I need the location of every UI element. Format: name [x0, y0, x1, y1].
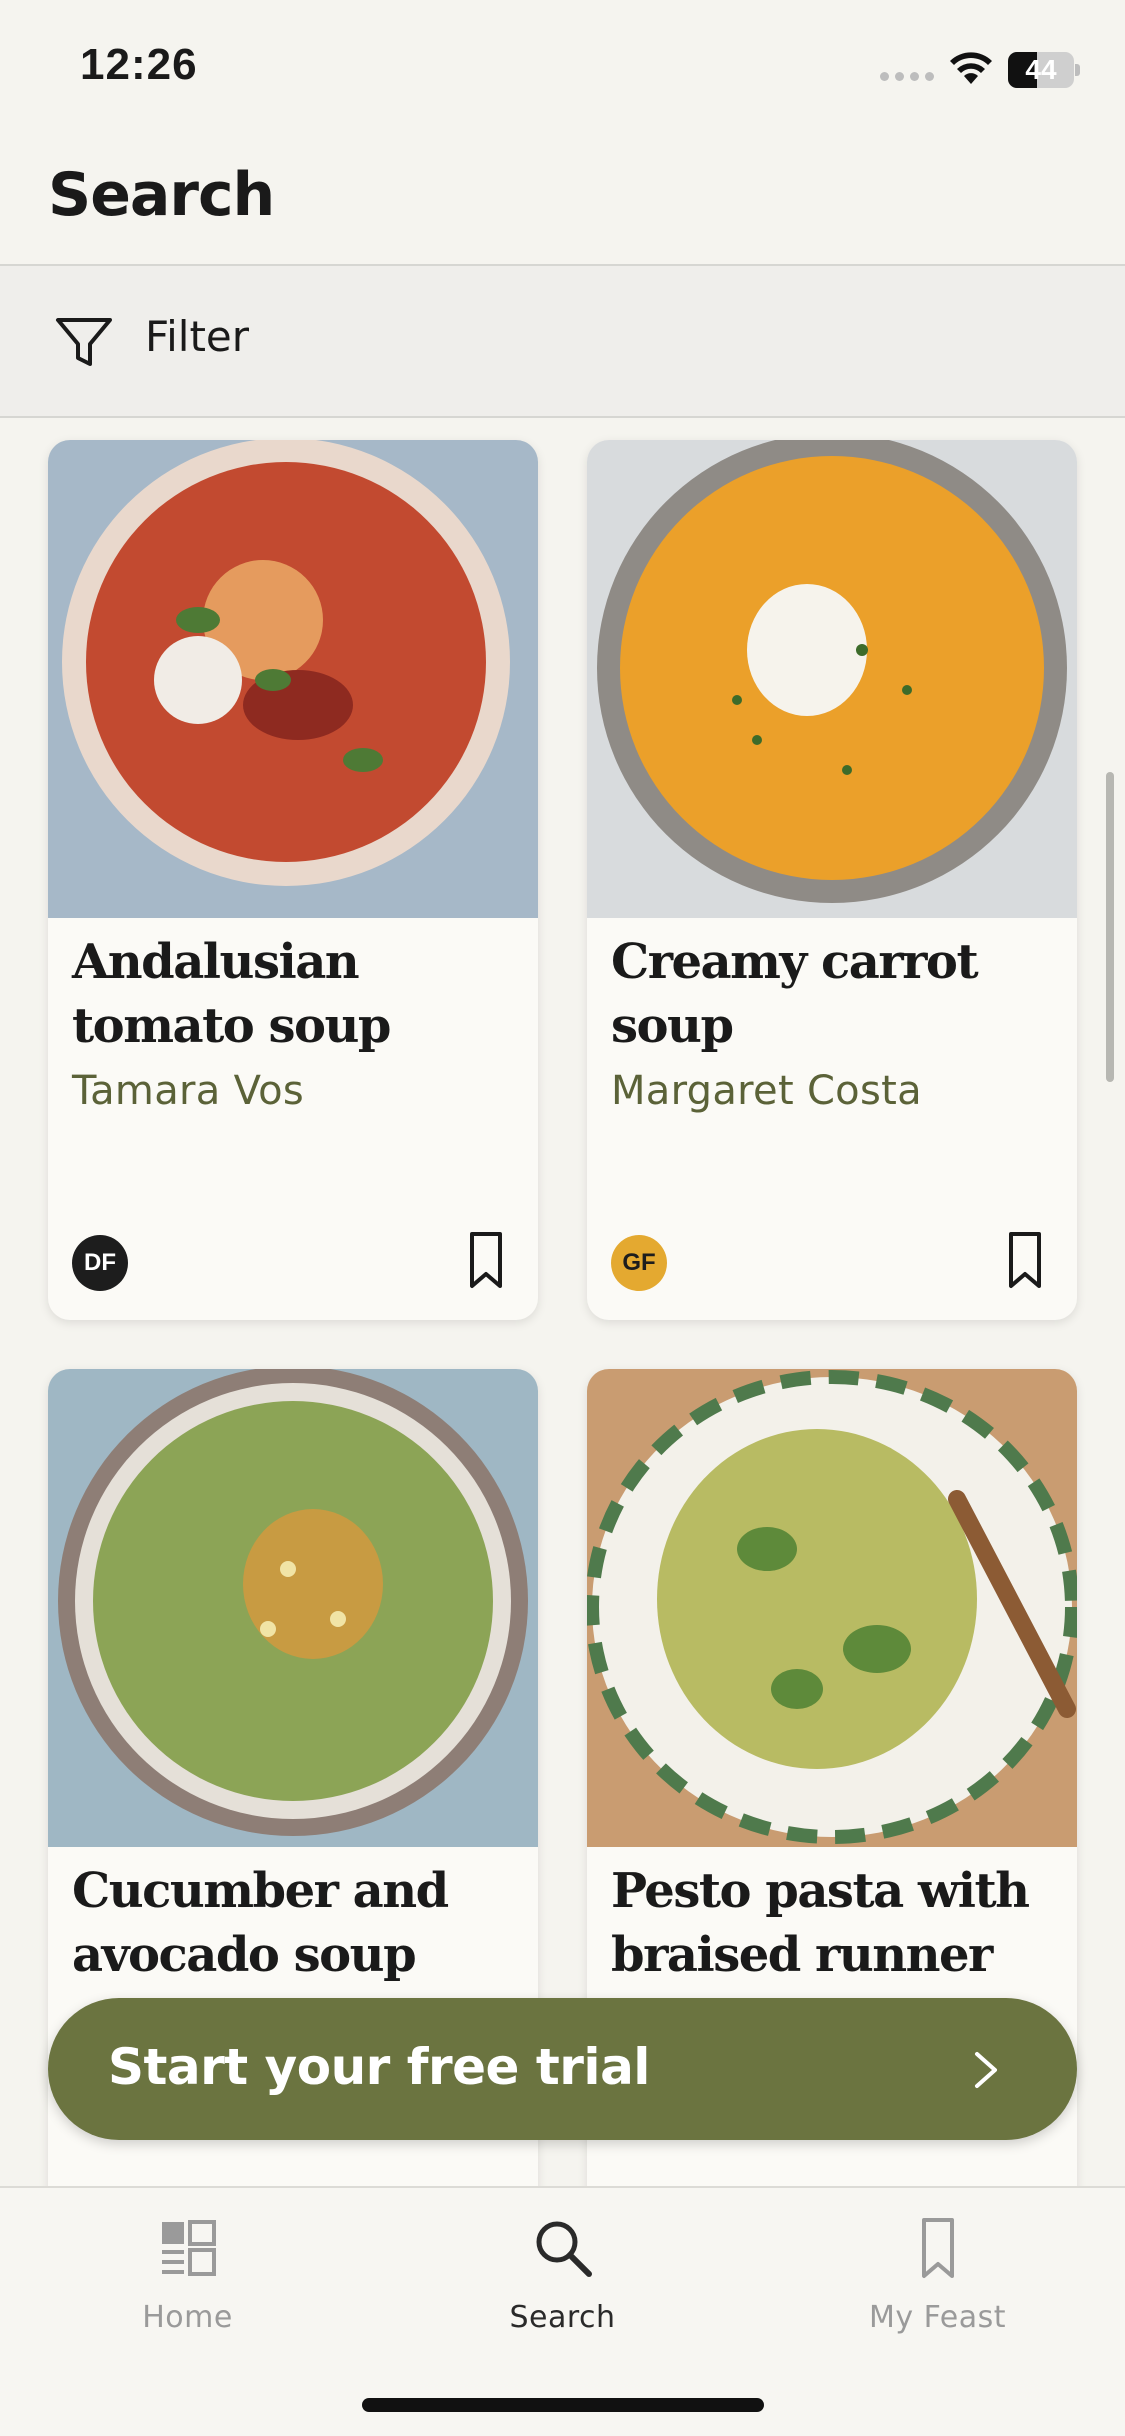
tab-label: Search [509, 2300, 616, 2335]
battery-level: 44 [1025, 54, 1057, 85]
recipe-image [48, 440, 538, 918]
recipe-card[interactable]: Creamy carrot soup Margaret Costa GF [587, 440, 1077, 1320]
search-screen: 12:26 44 Search Filter Andalusian tomato… [0, 0, 1125, 2436]
bookmark-icon [922, 2218, 954, 2278]
search-icon [536, 2221, 592, 2277]
recipe-image [48, 1369, 538, 1847]
scrollbar[interactable] [1106, 772, 1114, 1082]
battery-icon: 44 [1008, 52, 1080, 88]
recipe-author: Margaret Costa [611, 1068, 922, 1114]
page-title: Search [48, 160, 275, 230]
filter-label: Filter [145, 312, 250, 361]
status-bar: 12:26 44 [0, 0, 1125, 140]
recipe-title: Cucumber and avocado soup [72, 1863, 449, 1983]
filter-button[interactable]: Filter [0, 266, 1125, 418]
dairy-free-badge: DF [72, 1235, 128, 1291]
free-trial-button[interactable]: Start your free trial [48, 1998, 1077, 2140]
recipe-title: Creamy carrot soup [611, 934, 979, 1054]
tab-search[interactable]: Search [375, 2188, 750, 2378]
tab-label: My Feast [868, 2300, 1007, 2335]
gluten-free-badge: GF [611, 1235, 667, 1291]
recipe-author: Tamara Vos [72, 1068, 305, 1114]
cellular-signal-icon [880, 72, 934, 81]
chevron-right-icon [975, 2052, 997, 2088]
tab-home[interactable]: Home [0, 2188, 375, 2378]
recipe-title: Andalusian tomato soup [72, 934, 391, 1054]
wifi-icon [950, 52, 992, 84]
free-trial-label: Start your free trial [108, 2038, 650, 2096]
home-grid-icon [162, 2220, 216, 2276]
bookmark-icon[interactable] [468, 1230, 504, 1290]
recipe-image [587, 440, 1077, 918]
bookmark-icon[interactable] [1007, 1230, 1043, 1290]
recipe-card[interactable]: Andalusian tomato soup Tamara Vos DF [48, 440, 538, 1320]
recipe-title: Pesto pasta with braised runner [611, 1863, 1030, 1983]
recipe-image [587, 1369, 1077, 1847]
tab-label: Home [142, 2300, 233, 2335]
tab-my-feast[interactable]: My Feast [750, 2188, 1125, 2378]
filter-icon [56, 318, 112, 366]
home-indicator [362, 2398, 764, 2412]
status-time: 12:26 [80, 40, 198, 89]
